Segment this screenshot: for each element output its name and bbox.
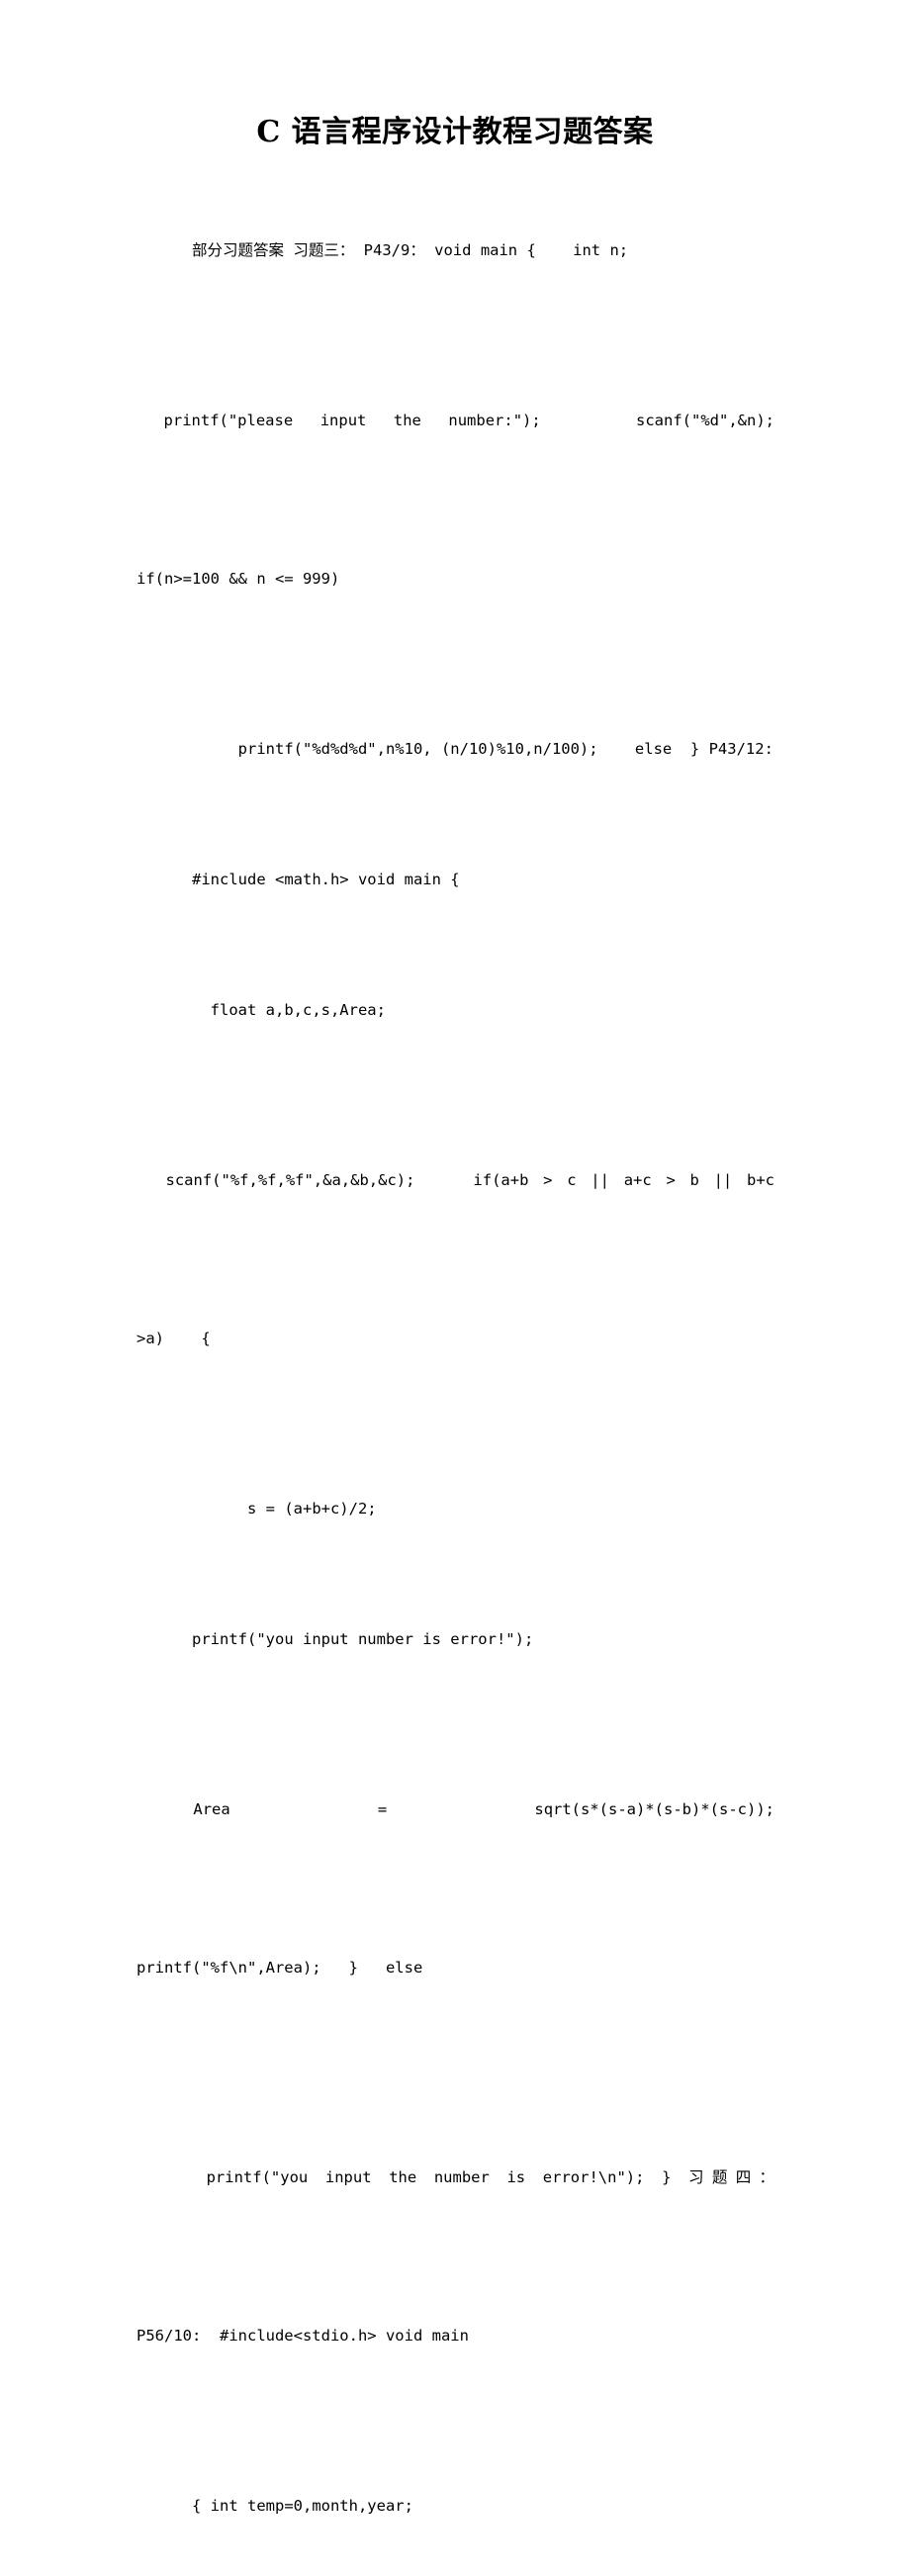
paragraph: float a,b,c,s,Area; — [136, 951, 774, 1069]
paragraph-line: #include <math.h> void main { — [192, 871, 460, 888]
paragraph-line: printf("you input number is error!"); — [192, 1630, 534, 1648]
document-body: 部分习题答案 习题三： P43/9： void main { int n; pr… — [136, 191, 774, 2576]
paragraph-line: if(n>=100 && n <= 999) — [136, 570, 340, 588]
paragraph: 部分习题答案 习题三： P43/9： void main { int n; — [136, 191, 774, 310]
paragraph-line: >a) { — [136, 1330, 211, 1347]
paragraph-line: scanf("%f,%f,%f",&a,&b,&c); if(a+b > c |… — [136, 1171, 775, 1189]
paragraph: printf("you input number is error!"); — [136, 1580, 774, 1699]
paragraph-line: s = (a+b+c)/2; — [192, 1500, 377, 1518]
paragraph-line: 部分习题答案 习题三： P43/9： void main { int n; — [192, 241, 629, 259]
paragraph-line: printf("you input the number is error!\n… — [136, 2168, 775, 2186]
page-title: C 语言程序设计教程习题答案 — [256, 115, 654, 149]
paragraph-line: { int temp=0,month,year; — [192, 2497, 413, 2515]
paragraph: scanf("%f,%f,%f",&a,&b,&c); if(a+b > c |… — [136, 1081, 774, 1437]
paragraph-line: P56/10: #include<stdio.h> void main — [136, 2327, 469, 2345]
paragraph: { int temp=0,month,year; — [136, 2446, 774, 2565]
paragraph-line: printf("please input the number:"); scan… — [136, 412, 774, 429]
paragraph-line: Area = sqrt(s*(s-a)*(s-b)*(s-c)); — [136, 1800, 774, 1818]
paragraph-line: printf("%f\n",Area); } else — [136, 1959, 423, 1977]
paragraph-line: printf("%d%d%d",n%10, (n/10)%10,n/100); … — [192, 740, 774, 758]
paragraph: printf("%d%d%d",n%10, (n/10)%10,n/100); … — [136, 690, 774, 808]
paragraph-line: float a,b,c,s,Area; — [192, 1001, 386, 1019]
paragraph: #include <math.h> void main { — [136, 820, 774, 939]
document-page: C 语言程序设计教程习题答案 部分习题答案 习题三： P43/9： void m… — [0, 0, 910, 2515]
paragraph: s = (a+b+c)/2; — [136, 1449, 774, 1568]
paragraph: printf("you input the number is error!\n… — [136, 2078, 774, 2435]
paragraph: Area = sqrt(s*(s-a)*(s-b)*(s-c)); printf… — [136, 1710, 774, 2067]
paragraph: printf("please input the number:"); scan… — [136, 322, 774, 678]
